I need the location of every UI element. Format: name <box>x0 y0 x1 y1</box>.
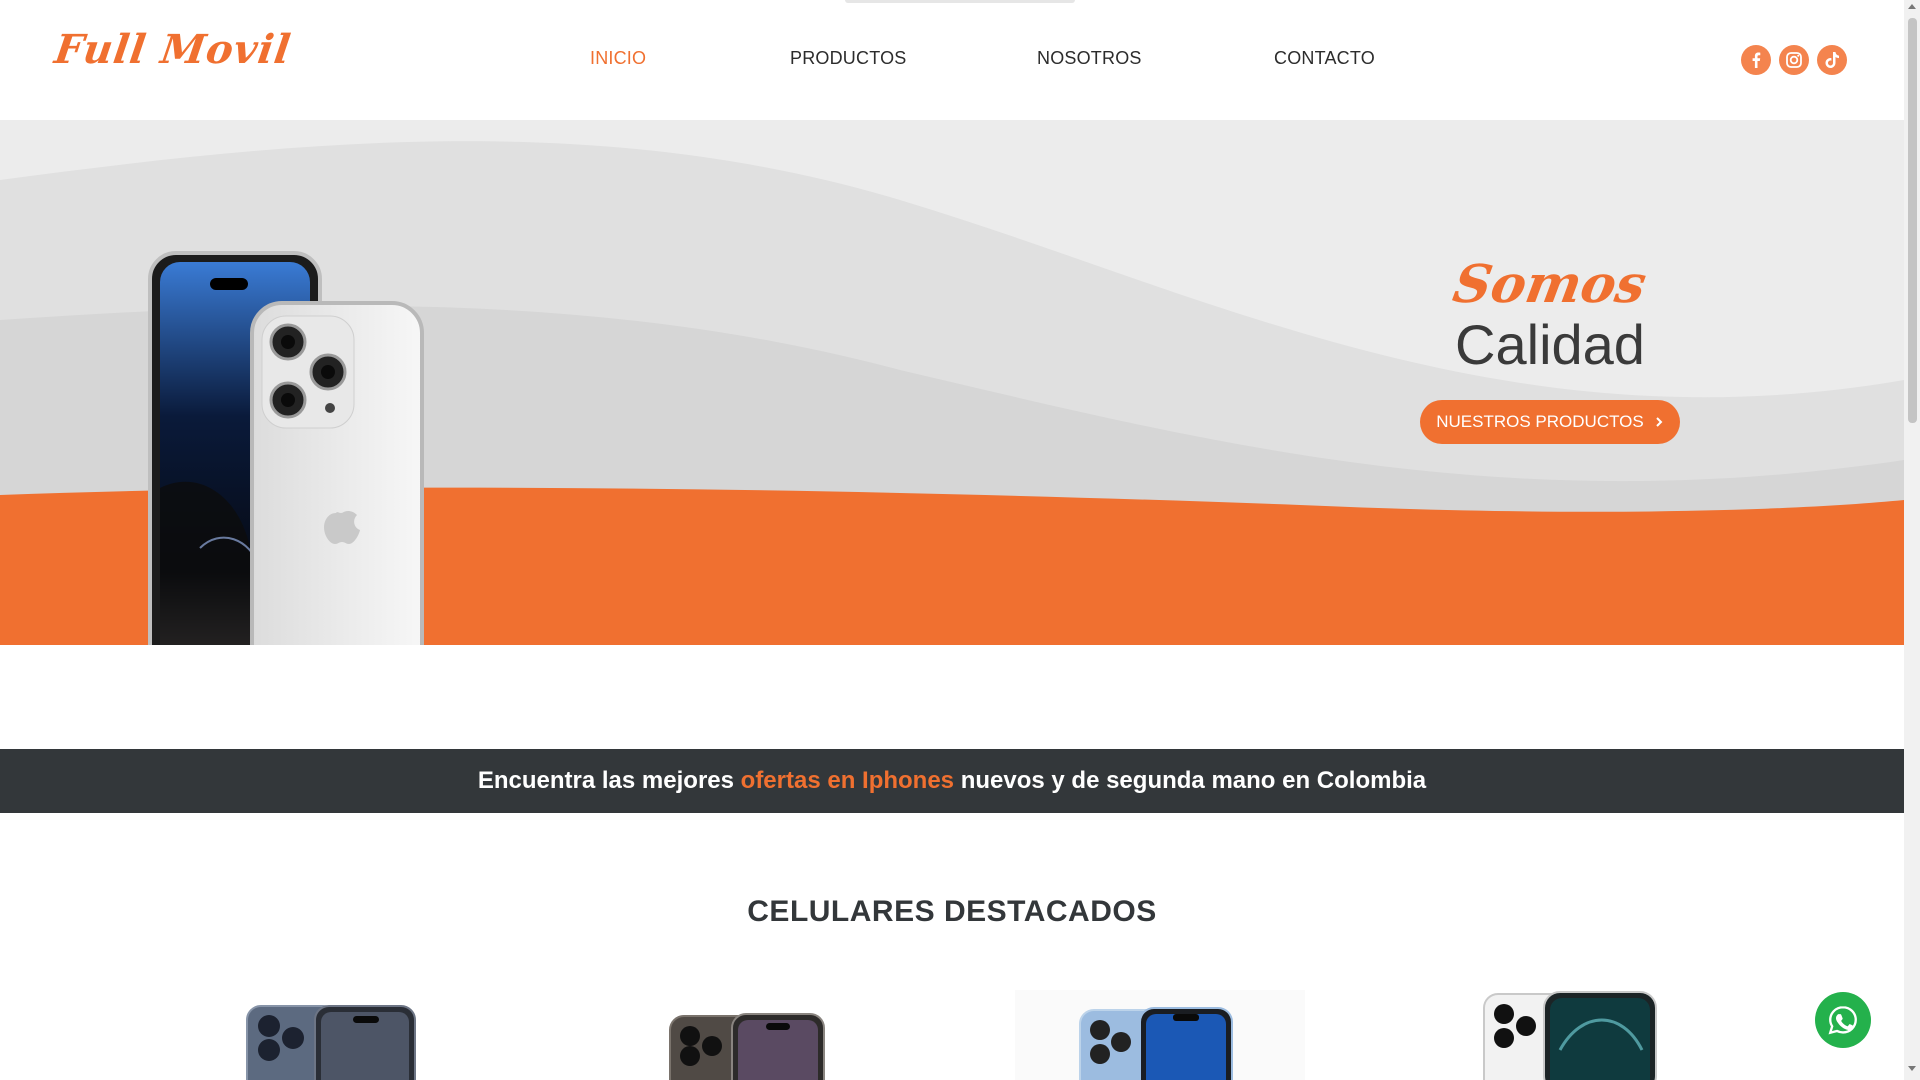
page: Full Movil INICIO PRODUCTOS NOSOTROS CON… <box>0 0 1904 1080</box>
iphone-hero-image <box>148 251 424 645</box>
nav-inicio[interactable]: INICIO <box>590 48 646 69</box>
product-card-image[interactable] <box>1015 990 1305 1080</box>
banner-prefix: Encuentra las mejores <box>477 767 734 794</box>
product-card-image[interactable] <box>245 990 420 1080</box>
nav-nosotros[interactable]: NOSOTROS <box>1037 48 1142 69</box>
nav-productos[interactable]: PRODUCTOS <box>790 48 906 69</box>
whatsapp-icon <box>1828 1006 1857 1035</box>
scrollbar-thumb[interactable] <box>1908 18 1917 423</box>
hero-script-title: Somos <box>1449 254 1652 315</box>
whatsapp-button[interactable] <box>1815 992 1871 1048</box>
top-edge-tab <box>845 0 1075 3</box>
featured-section-title: CELULARES DESTACADOS <box>747 895 1157 928</box>
facebook-icon[interactable] <box>1741 45 1771 75</box>
banner-highlight[interactable]: ofertas en Iphones <box>741 767 954 794</box>
nuestros-productos-button[interactable]: NUESTROS PRODUCTOS <box>1420 400 1680 444</box>
site-header: Full Movil INICIO PRODUCTOS NOSOTROS CON… <box>0 0 1904 120</box>
product-card-image[interactable] <box>668 990 828 1080</box>
promo-banner: Encuentra las mejores ofertas en Iphones… <box>0 749 1904 813</box>
hero-title: Calidad <box>1455 313 1645 376</box>
chevron-right-icon <box>1656 417 1663 427</box>
brand-logo[interactable]: Full Movil <box>52 26 294 73</box>
banner-suffix: nuevos y de segunda mano en Colombia <box>960 767 1427 794</box>
tiktok-icon[interactable] <box>1817 45 1847 75</box>
nav-contacto[interactable]: CONTACTO <box>1274 48 1375 69</box>
page-scrollbar[interactable] <box>1904 0 1920 1080</box>
product-card-image[interactable] <box>1482 990 1662 1080</box>
scroll-down-arrow-icon[interactable] <box>1908 1066 1916 1071</box>
instagram-icon[interactable] <box>1779 45 1809 75</box>
social-links <box>1741 45 1847 75</box>
cta-label: NUESTROS PRODUCTOS <box>1436 412 1644 431</box>
hero-text-block: Somos Calidad NUESTROS PRODUCTOS <box>1400 254 1700 444</box>
scroll-up-arrow-icon[interactable] <box>1908 4 1916 9</box>
hero-section: Somos Calidad NUESTROS PRODUCTOS <box>0 120 1904 645</box>
